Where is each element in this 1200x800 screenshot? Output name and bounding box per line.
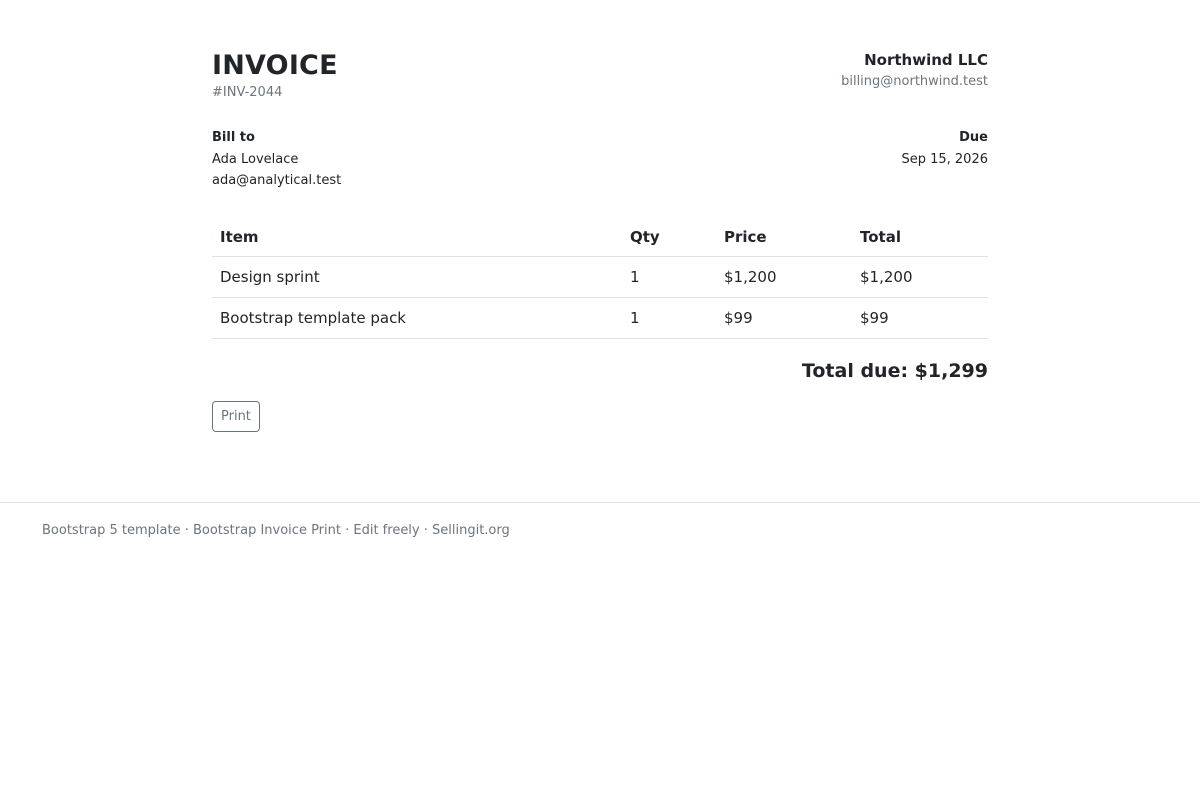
cell-total: $99 <box>852 297 988 339</box>
table-row: Bootstrap template pack 1 $99 $99 <box>212 297 988 339</box>
company-block: Northwind LLC billing@northwind.test <box>841 48 988 92</box>
table-row: Design sprint 1 $1,200 $1,200 <box>212 256 988 298</box>
bill-to-email: ada@analytical.test <box>212 173 342 188</box>
column-header-qty: Qty <box>622 218 716 257</box>
invoice-title: INVOICE <box>212 50 338 81</box>
company-name: Northwind LLC <box>864 51 988 69</box>
cell-qty: 1 <box>622 256 716 298</box>
invoice-card: INVOICE #INV-2044 Northwind LLC billing@… <box>212 48 988 432</box>
page-footer: Bootstrap 5 template · Bootstrap Invoice… <box>0 502 1200 540</box>
due-block: Due Sep 15, 2026 <box>901 130 988 218</box>
table-header-row: Item Qty Price Total <box>212 218 988 257</box>
due-label: Due <box>959 130 988 145</box>
column-header-total: Total <box>852 218 988 257</box>
invoice-header: INVOICE #INV-2044 Northwind LLC billing@… <box>212 48 988 130</box>
billing-section: Bill to Ada Lovelace ada@analytical.test… <box>212 130 988 218</box>
line-items-table: Item Qty Price Total Design sprint 1 $1,… <box>212 218 988 339</box>
bill-to-label: Bill to <box>212 130 255 145</box>
bill-to-name: Ada Lovelace <box>212 152 299 167</box>
total-due: Total due: $1,299 <box>801 359 988 382</box>
cell-item: Design sprint <box>212 256 622 298</box>
column-header-price: Price <box>716 218 852 257</box>
invoice-number: #INV-2044 <box>212 85 283 100</box>
column-header-item: Item <box>212 218 622 257</box>
cell-qty: 1 <box>622 297 716 339</box>
due-date: Sep 15, 2026 <box>901 152 988 167</box>
company-email: billing@northwind.test <box>841 74 988 89</box>
cell-item: Bootstrap template pack <box>212 297 622 339</box>
footer-text: Bootstrap 5 template · Bootstrap Invoice… <box>42 523 510 538</box>
cell-price: $1,200 <box>716 256 852 298</box>
bill-to-block: Bill to Ada Lovelace ada@analytical.test <box>212 130 341 218</box>
cell-price: $99 <box>716 297 852 339</box>
invoice-title-block: INVOICE #INV-2044 <box>212 48 338 102</box>
print-button[interactable]: Print <box>212 400 260 432</box>
cell-total: $1,200 <box>852 256 988 298</box>
